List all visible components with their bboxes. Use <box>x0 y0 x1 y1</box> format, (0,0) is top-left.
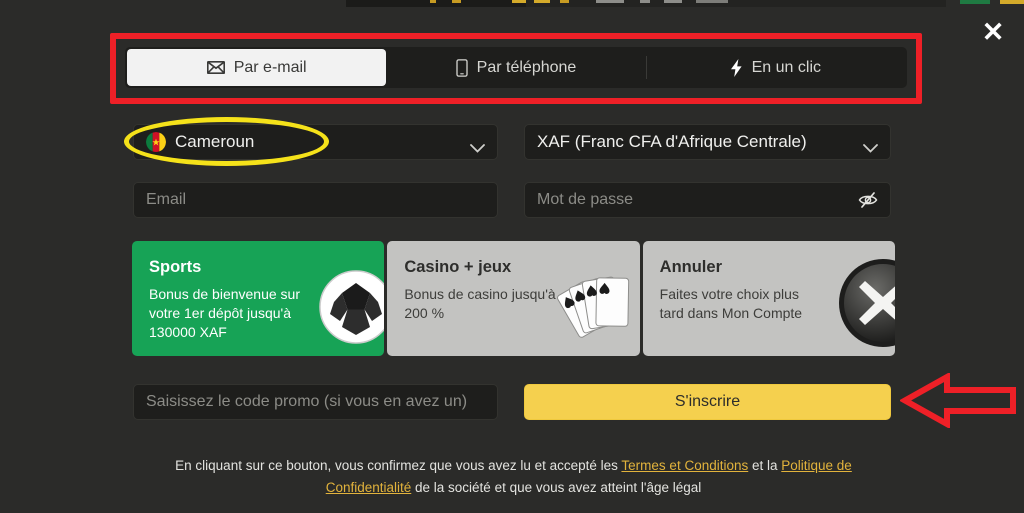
email-field[interactable]: Email <box>133 182 498 218</box>
tab-label: Par téléphone <box>476 58 577 76</box>
currency-select-value: XAF (Franc CFA d'Afrique Centrale) <box>537 132 807 151</box>
legal-text-part1: En cliquant sur ce bouton, vous confirme… <box>175 458 622 473</box>
legal-disclaimer: En cliquant sur ce bouton, vous confirme… <box>132 455 895 499</box>
close-icon: ✕ <box>981 16 1005 47</box>
annotation-arrow-register <box>898 371 1018 430</box>
bonus-cards: Sports Bonus de bienvenue sur votre 1er … <box>132 241 895 356</box>
tab-par-email[interactable]: Par e-mail <box>127 49 387 86</box>
football-icon <box>318 269 385 350</box>
bonus-card-title: Annuler <box>659 258 722 276</box>
bonus-card-title: Casino + jeux <box>404 258 512 276</box>
chevron-down-icon <box>470 138 485 153</box>
lightning-icon <box>730 58 743 77</box>
tab-par-telephone[interactable]: Par téléphone <box>386 49 645 86</box>
register-button[interactable]: S'inscrire <box>524 384 891 420</box>
chevron-down-icon <box>863 138 878 153</box>
currency-select[interactable]: XAF (Franc CFA d'Afrique Centrale) <box>524 124 891 160</box>
bonus-card-description: Bonus de casino jusqu'à 200 % <box>404 286 556 321</box>
registration-modal: ✕ Par e-mail Par téléphone En un clic Ca… <box>0 0 1024 513</box>
promo-code-field[interactable]: Saisissez le code promo (si vous en avez… <box>133 384 498 420</box>
bonus-card-description: Faites votre choix plus tard dans Mon Co… <box>659 286 803 321</box>
legal-text-part3: de la société et que vous avez atteint l… <box>411 480 702 495</box>
tab-label: En un clic <box>751 58 821 76</box>
country-select[interactable]: Cameroun <box>133 124 498 160</box>
country-select-value: Cameroun <box>175 132 255 151</box>
email-placeholder: Email <box>146 191 187 208</box>
cameroon-flag-icon <box>146 132 166 152</box>
registration-method-tabs: Par e-mail Par téléphone En un clic <box>125 47 907 88</box>
terms-and-conditions-link[interactable]: Termes et Conditions <box>621 458 748 473</box>
bonus-card-sports[interactable]: Sports Bonus de bienvenue sur votre 1er … <box>132 241 385 356</box>
password-placeholder: Mot de passe <box>537 191 634 208</box>
promo-code-placeholder: Saisissez le code promo (si vous en avez… <box>146 393 468 410</box>
phone-icon <box>456 58 468 77</box>
tab-en-un-clic[interactable]: En un clic <box>645 49 905 86</box>
bonus-card-description: Bonus de bienvenue sur votre 1er dépôt j… <box>149 286 300 340</box>
register-button-label: S'inscrire <box>674 393 741 410</box>
legal-text-part2: et la <box>748 458 782 473</box>
close-button[interactable]: ✕ <box>976 15 1010 49</box>
tab-label: Par e-mail <box>233 58 307 76</box>
page-content-sliver <box>0 0 1024 7</box>
eye-slash-icon[interactable] <box>858 192 878 208</box>
password-field[interactable]: Mot de passe <box>524 182 891 218</box>
bonus-card-casino[interactable]: Casino + jeux Bonus de casino jusqu'à 20… <box>387 241 640 356</box>
envelope-icon <box>206 61 225 74</box>
bonus-card-annuler[interactable]: Annuler Faites votre choix plus tard dan… <box>642 241 895 356</box>
bonus-card-title: Sports <box>149 258 202 276</box>
